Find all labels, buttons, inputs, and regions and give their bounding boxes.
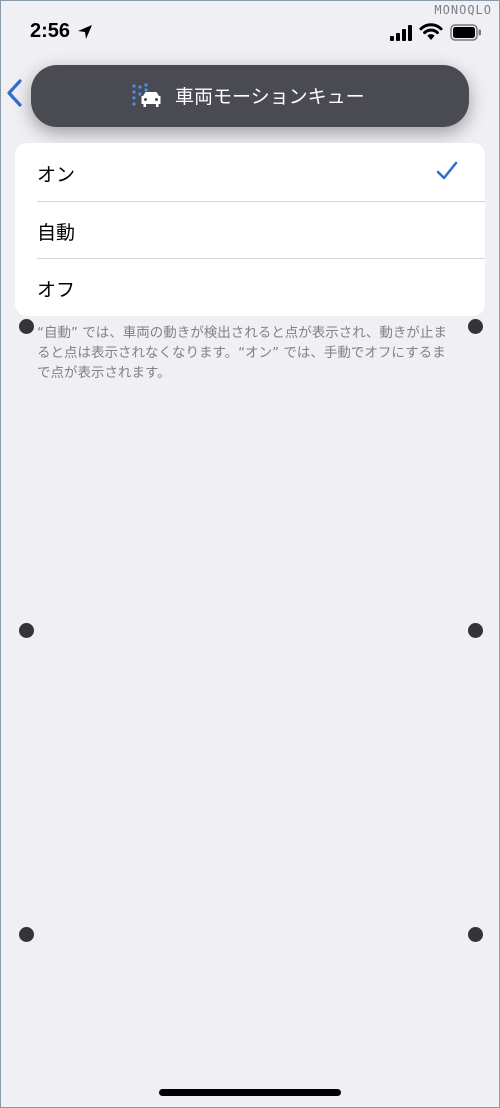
battery-icon (450, 24, 481, 41)
option-on[interactable]: オン (15, 143, 485, 201)
option-label: 自動 (37, 221, 76, 244)
wifi-icon (419, 23, 443, 40)
resize-handle-middle-left[interactable] (19, 623, 34, 638)
option-label: オフ (37, 279, 76, 302)
footer-note: “自動” では、車両の動きが検出されると点が表示され、動きが止まると点は表示され… (37, 325, 447, 381)
option-auto[interactable]: 自動 (15, 200, 485, 259)
resize-handle-top-left[interactable] (19, 319, 34, 334)
option-off[interactable]: オフ (15, 258, 485, 316)
resize-handle-bottom-right[interactable] (468, 927, 483, 942)
status-time: 2:56 (30, 20, 71, 42)
resize-handle-top-right[interactable] (468, 319, 483, 334)
checkmark-icon (436, 161, 458, 180)
watermark: MONOQLO (434, 3, 492, 17)
vehicle-motion-cues-banner: 車両モーションキュー (31, 65, 469, 127)
home-indicator[interactable] (159, 1089, 341, 1096)
resize-handle-bottom-left[interactable] (19, 927, 34, 942)
resize-handle-middle-right[interactable] (468, 623, 483, 638)
option-label: オン (37, 164, 76, 186)
location-arrow-icon (78, 25, 92, 39)
options-list: オン 自動 オフ (15, 143, 485, 316)
chevron-left-icon (7, 79, 22, 107)
banner-title: 車両モーションキュー (175, 86, 365, 108)
back-button[interactable] (4, 77, 26, 109)
status-bar: 2:56 (0, 0, 500, 64)
cellular-signal-icon (390, 25, 412, 41)
vehicle-motion-cues-icon (132, 83, 161, 107)
